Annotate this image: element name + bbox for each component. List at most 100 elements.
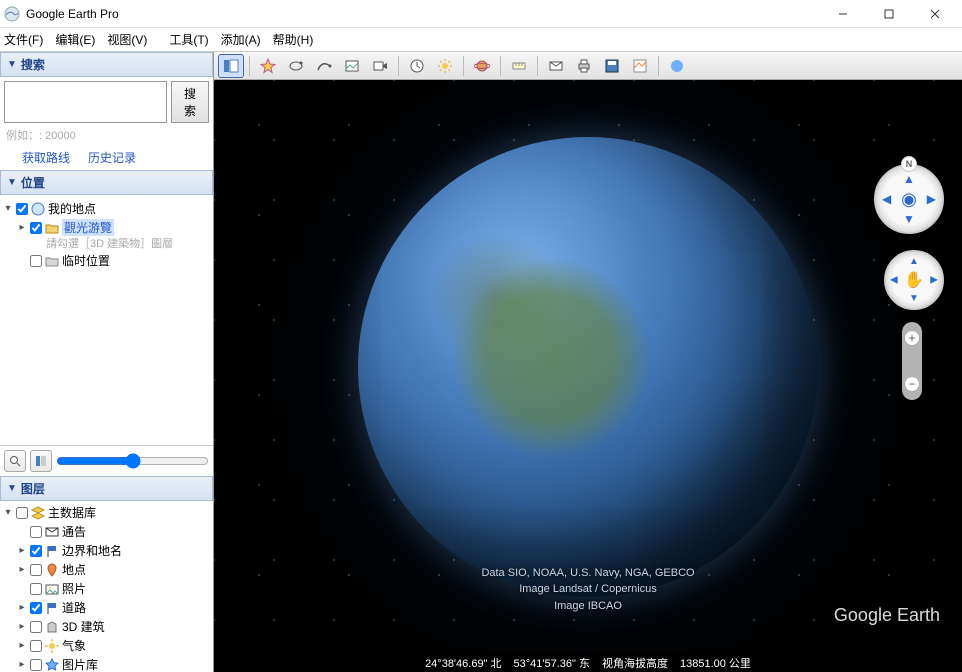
expand-icon[interactable]: ▸	[16, 602, 28, 613]
checkbox-locations[interactable]	[30, 564, 42, 576]
close-button[interactable]	[912, 0, 958, 28]
print-button[interactable]	[571, 54, 597, 78]
checkbox-borders[interactable]	[30, 545, 42, 557]
building-icon	[44, 619, 60, 635]
tree-row-announcements[interactable]: 通告	[2, 522, 211, 541]
ruler-button[interactable]	[506, 54, 532, 78]
checkbox-primary-db[interactable]	[16, 507, 28, 519]
search-places-button[interactable]	[4, 450, 26, 472]
pan-up-icon[interactable]: ▲	[909, 256, 919, 267]
eye-icon[interactable]: ◉	[901, 189, 917, 210]
zoom-in-button[interactable]: +	[904, 330, 920, 346]
earth-globe[interactable]	[358, 137, 818, 597]
menu-help[interactable]: 帮助(H)	[273, 31, 314, 48]
tree-row-roads[interactable]: ▸ 道路	[2, 598, 211, 617]
tree-row-my-places[interactable]: ▾ 我的地点	[2, 199, 211, 218]
minimize-button[interactable]	[820, 0, 866, 28]
tree-row-locations[interactable]: ▸ 地点	[2, 560, 211, 579]
nav-compass[interactable]: N ▲ ▼ ◀ ▶ ◉	[874, 164, 944, 234]
split-view-button[interactable]	[30, 450, 52, 472]
north-indicator[interactable]: N	[901, 156, 917, 172]
collapse-icon: ▼	[7, 483, 17, 494]
record-tour-button[interactable]	[367, 54, 393, 78]
path-button[interactable]	[311, 54, 337, 78]
checkbox-gallery[interactable]	[30, 659, 42, 671]
pan-right-icon[interactable]: ▶	[930, 275, 938, 286]
tree-label: 边界和地名	[62, 542, 122, 559]
checkbox-my-places[interactable]	[16, 203, 28, 215]
menu-file[interactable]: 文件(F)	[4, 31, 43, 48]
expand-icon[interactable]: ▾	[2, 203, 14, 214]
menu-edit[interactable]: 编辑(E)	[55, 31, 95, 48]
menu-tools[interactable]: 工具(T)	[169, 31, 208, 48]
watermark: Google Earth	[834, 605, 940, 626]
nav-pan[interactable]: ▲ ▼ ◀ ▶ ✋	[884, 250, 944, 310]
expand-icon[interactable]: ▸	[16, 222, 28, 233]
places-panel-header[interactable]: ▼ 位置	[0, 170, 213, 195]
history-link[interactable]: 历史记录	[88, 149, 136, 166]
pan-down-icon[interactable]: ▼	[909, 293, 919, 304]
planets-button[interactable]	[469, 54, 495, 78]
menu-view[interactable]: 视图(V)	[107, 31, 147, 48]
checkbox-3d-buildings[interactable]	[30, 621, 42, 633]
maximize-button[interactable]	[866, 0, 912, 28]
tree-row-gallery[interactable]: ▸ 图片库	[2, 655, 211, 672]
look-up-icon[interactable]: ▲	[903, 172, 915, 186]
menu-add[interactable]: 添加(A)	[221, 31, 261, 48]
expand-icon[interactable]: ▾	[2, 507, 14, 518]
tree-row-primary-db[interactable]: ▾ 主数据库	[2, 503, 211, 522]
search-button[interactable]: 搜索	[171, 81, 209, 123]
expand-icon[interactable]: ▸	[16, 640, 28, 651]
get-directions-link[interactable]: 获取路线	[22, 149, 70, 166]
checkbox-weather[interactable]	[30, 640, 42, 652]
image-overlay-button[interactable]	[339, 54, 365, 78]
attribution-text: Data SIO, NOAA, U.S. Navy, NGA, GEBCO Im…	[481, 565, 694, 614]
pin-icon	[44, 562, 60, 578]
sign-in-button[interactable]	[664, 54, 690, 78]
look-down-icon[interactable]: ▼	[903, 212, 915, 226]
opacity-slider[interactable]	[56, 453, 209, 469]
look-left-icon[interactable]: ◀	[882, 192, 891, 206]
search-input[interactable]	[4, 81, 167, 123]
hand-icon[interactable]: ✋	[904, 270, 924, 290]
checkbox-sightseeing[interactable]	[30, 222, 42, 234]
status-lon: 53°41'57.36" 东	[514, 655, 590, 671]
expand-icon	[16, 255, 28, 266]
search-panel: 搜索 例如：: 20000 获取路线 历史记录	[0, 77, 213, 170]
checkbox-temp-places[interactable]	[30, 255, 42, 267]
tree-row-3d-buildings[interactable]: ▸ 3D 建筑	[2, 617, 211, 636]
tree-row-weather[interactable]: ▸ 气象	[2, 636, 211, 655]
save-image-button[interactable]	[599, 54, 625, 78]
sunlight-button[interactable]	[432, 54, 458, 78]
tree-row-photos[interactable]: 照片	[2, 579, 211, 598]
flag-icon	[44, 600, 60, 616]
polygon-button[interactable]	[283, 54, 309, 78]
expand-icon[interactable]: ▸	[16, 545, 28, 556]
expand-icon[interactable]: ▸	[16, 564, 28, 575]
zoom-out-button[interactable]: −	[904, 376, 920, 392]
zoom-control[interactable]: + −	[902, 322, 922, 400]
email-button[interactable]	[543, 54, 569, 78]
window-title: Google Earth Pro	[26, 7, 119, 21]
layers-panel-header[interactable]: ▼ 图层	[0, 476, 213, 501]
menu-bar: 文件(F) 编辑(E) 视图(V) 工具(T) 添加(A) 帮助(H)	[0, 28, 962, 52]
pan-left-icon[interactable]: ◀	[890, 275, 898, 286]
tree-row-sightseeing[interactable]: ▸ 觀光游覽	[2, 218, 211, 237]
tree-row-temp-places[interactable]: 临时位置	[2, 251, 211, 270]
checkbox-roads[interactable]	[30, 602, 42, 614]
look-right-icon[interactable]: ▶	[927, 192, 936, 206]
search-header-label: 搜索	[21, 56, 45, 73]
view-in-maps-button[interactable]	[627, 54, 653, 78]
globe-viewport[interactable]: N ▲ ▼ ◀ ▶ ◉ ▲ ▼ ◀ ▶ ✋ + − Data SIO, NOAA…	[214, 80, 962, 654]
checkbox-announcements[interactable]	[30, 526, 42, 538]
history-button[interactable]	[404, 54, 430, 78]
expand-icon[interactable]: ▸	[16, 659, 28, 670]
sun-icon	[44, 638, 60, 654]
expand-icon[interactable]: ▸	[16, 621, 28, 632]
placemark-button[interactable]	[255, 54, 281, 78]
toggle-sidebar-button[interactable]	[218, 54, 244, 78]
search-panel-header[interactable]: ▼ 搜索	[0, 52, 213, 77]
checkbox-photos[interactable]	[30, 583, 42, 595]
title-bar: Google Earth Pro	[0, 0, 962, 28]
tree-row-borders[interactable]: ▸ 边界和地名	[2, 541, 211, 560]
